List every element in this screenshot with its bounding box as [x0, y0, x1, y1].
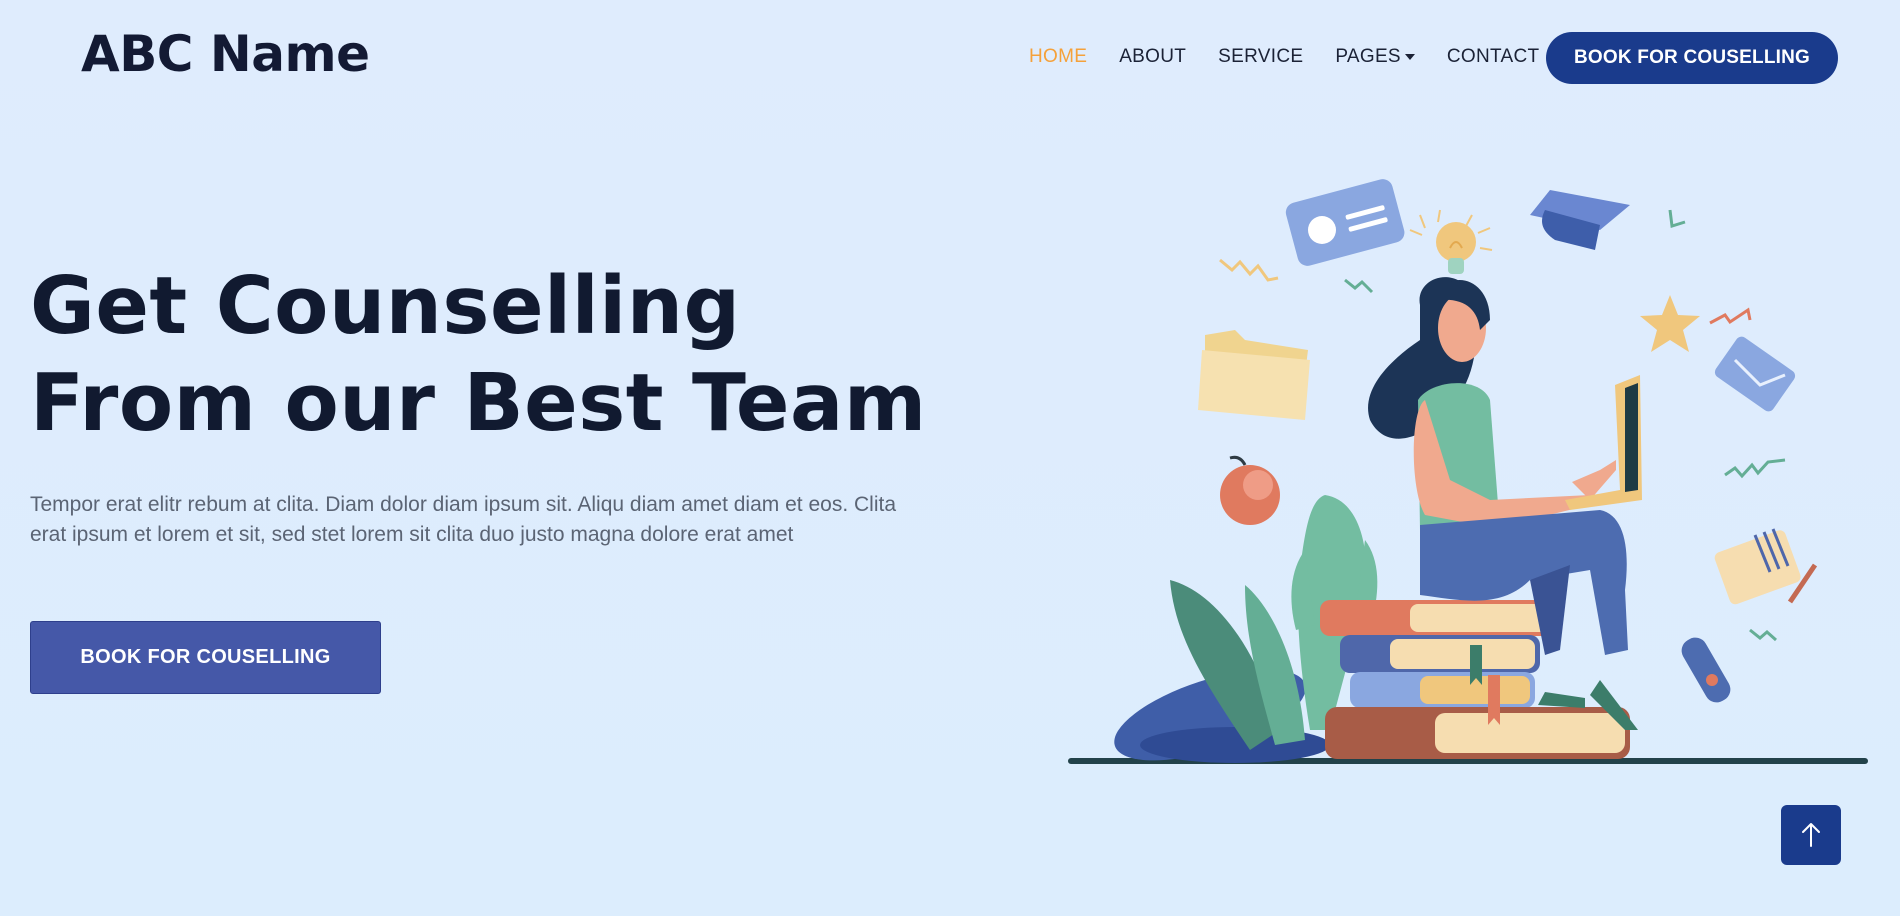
squiggle-decoration [1344, 278, 1374, 294]
lightbulb-icon [1436, 222, 1476, 274]
nav-item-service[interactable]: SERVICE [1218, 46, 1303, 68]
hero-description: Tempor erat elitr rebum at clita. Diam d… [30, 493, 896, 546]
scroll-icon [1681, 637, 1731, 703]
graduation-cap-icon [1530, 190, 1630, 250]
nav-item-about[interactable]: ABOUT [1119, 46, 1186, 68]
folder-icon [1198, 330, 1310, 420]
squiggle-decoration [1749, 628, 1777, 642]
squiggle-decoration [1724, 458, 1786, 479]
hero-illustration [1068, 179, 1868, 764]
nav-item-pages[interactable]: PAGES [1335, 46, 1415, 68]
hero-title-line-2: From our Best Team [30, 357, 927, 449]
hero-title: Get Counselling From our Best Team [30, 258, 930, 452]
book-stack-illustration [1320, 600, 1630, 759]
nav-item-contact[interactable]: CONTACT [1447, 46, 1540, 68]
book-counselling-nav-button[interactable]: BOOK FOR COUSELLING [1546, 32, 1838, 84]
check-decoration [1668, 209, 1686, 228]
id-card-icon [1285, 179, 1405, 266]
brand-logo[interactable]: ABC Name [81, 25, 370, 83]
notepad-icon [1714, 528, 1818, 605]
hero-title-line-1: Get Counselling [30, 260, 741, 352]
book-counselling-hero-button[interactable]: BOOK FOR COUSELLING [30, 621, 381, 694]
squiggle-decoration [1709, 307, 1752, 325]
arrow-up-icon [1802, 823, 1820, 847]
apple-icon [1220, 455, 1280, 525]
main-nav: HOME ABOUT SERVICE PAGES CONTACT [1029, 45, 1571, 69]
nav-item-home[interactable]: HOME [1029, 46, 1087, 68]
back-to-top-button[interactable] [1781, 805, 1841, 865]
nav-item-pages-label: PAGES [1335, 46, 1401, 67]
squiggle-decoration [1219, 258, 1279, 282]
envelope-icon [1714, 336, 1796, 412]
landing-page: ABC Name HOME ABOUT SERVICE PAGES CONTAC… [0, 0, 1900, 916]
caret-down-icon [1404, 54, 1415, 60]
star-icon [1640, 295, 1700, 352]
